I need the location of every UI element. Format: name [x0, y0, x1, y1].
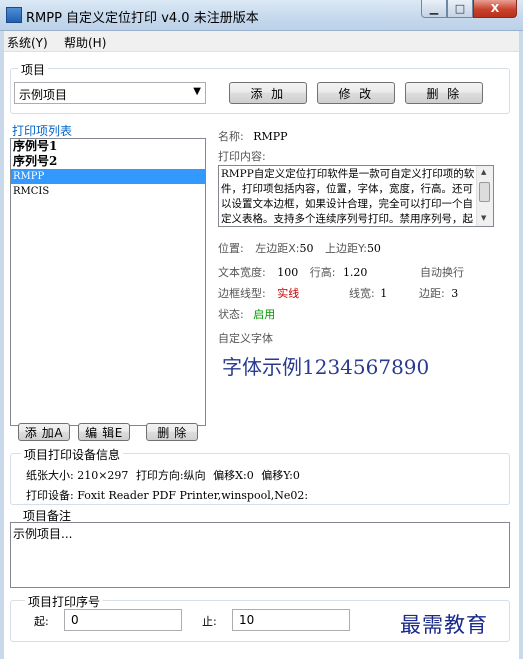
direction-label: 打印方向:: [135, 469, 184, 482]
paper-label: 纸张大小:: [26, 469, 74, 482]
item-edit-label: 编 辑E: [85, 425, 123, 440]
name-row: 名称: RMPP: [218, 128, 288, 144]
content-label: 打印内容:: [218, 150, 266, 163]
content-scrollbar[interactable]: ▲ ▼: [476, 166, 493, 226]
font-sample: 字体示例1234567890: [222, 355, 430, 379]
padding-row: 边距: 3: [419, 285, 458, 301]
window-title: RMPP 自定义定位打印 v4.0 未注册版本: [26, 11, 259, 26]
position-row: 位置: 左边距X:50 上边距Y:50: [218, 240, 381, 256]
watermark-text: 最需教育: [400, 613, 488, 637]
serial-start-value: 0: [71, 613, 79, 627]
item-delete-label: 删 除: [157, 425, 187, 440]
border-row: 边框线型: 实线: [218, 285, 299, 301]
offset-x-value: 0: [246, 469, 254, 482]
list-item[interactable]: RMCIS: [11, 184, 205, 199]
item-add-label: 添 加A: [24, 425, 64, 440]
name-label: 名称:: [218, 130, 244, 143]
status-value: 启用: [253, 308, 276, 321]
offset-y-value: 0: [292, 469, 300, 482]
content-text: RMPP自定义定位打印软件是一款可自定义打印项的软件，打印项包括内容，位置，字体…: [221, 168, 475, 225]
serial-end-value: 10: [239, 613, 255, 627]
menu-system[interactable]: 系统(Y): [7, 34, 48, 51]
line-width-row: 线宽: 1: [349, 285, 387, 301]
print-list-title: 打印项列表: [12, 124, 73, 138]
size-row: 文本宽度: 100 行高: 1.20: [218, 264, 367, 280]
top-margin-value: 50: [366, 242, 381, 255]
line-height-value: 1.20: [342, 266, 368, 279]
line-width-value: 1: [380, 287, 388, 300]
project-add-label: 添 加: [250, 86, 286, 101]
top-margin-label: 上边距Y:: [324, 242, 367, 255]
item-edit-button[interactable]: 编 辑E: [78, 423, 130, 441]
maximize-icon: □: [454, 2, 466, 15]
window-controls: ▁ □ X: [421, 0, 517, 20]
line-height-label: 行高:: [309, 266, 336, 279]
memo-text: 示例项目...: [13, 527, 73, 541]
project-group-title: 项目: [18, 61, 49, 78]
left-margin-label: 左边距X:: [255, 242, 300, 255]
printer-label: 打印设备:: [26, 489, 74, 502]
list-item-selected[interactable]: RMPP: [11, 169, 205, 184]
print-item-list[interactable]: 序例号1 序列号2 RMPP RMCIS: [10, 138, 206, 426]
item-add-button[interactable]: 添 加A: [18, 423, 70, 441]
border-type-label: 边框线型:: [218, 287, 266, 300]
client-area: 系统(Y) 帮助(H) 项目 示例项目 ▼ 添 加 修 改 删 除 打印项列表 …: [4, 31, 519, 659]
chevron-down-icon: ▼: [193, 86, 201, 97]
padding-value: 3: [451, 287, 459, 300]
minimize-icon: ▁: [429, 2, 439, 15]
status-label: 状态:: [218, 308, 244, 321]
printer-info-line: 打印设备: Foxit Reader PDF Printer,winspool,…: [26, 487, 308, 503]
paper-info-line: 纸张大小: 210×297 打印方向:纵向 偏移X:0 偏移Y:0: [26, 467, 300, 483]
menu-bar: 系统(Y) 帮助(H): [4, 31, 519, 52]
text-width-value: 100: [277, 266, 299, 279]
serial-start-label: 起:: [34, 615, 49, 628]
menu-help[interactable]: 帮助(H): [64, 34, 106, 51]
direction-value: 纵向: [183, 469, 206, 482]
scroll-down-icon[interactable]: ▼: [481, 214, 486, 222]
border-type-value: 实线: [277, 287, 300, 300]
position-label: 位置:: [218, 242, 244, 255]
project-delete-button[interactable]: 删 除: [405, 82, 483, 104]
serial-start-input[interactable]: 0: [64, 609, 182, 631]
printer-value: Foxit Reader PDF Printer,winspool,Ne02:: [77, 489, 309, 502]
auto-wrap-label: 自动换行: [420, 266, 464, 279]
close-icon: X: [490, 2, 500, 15]
project-edit-button[interactable]: 修 改: [317, 82, 395, 104]
project-select[interactable]: 示例项目 ▼: [14, 82, 206, 104]
name-value: RMPP: [253, 130, 288, 143]
offset-x-label: 偏移X:: [213, 469, 247, 482]
project-add-button[interactable]: 添 加: [229, 82, 307, 104]
project-select-value: 示例项目: [19, 88, 68, 102]
text-width-label: 文本宽度:: [218, 266, 266, 279]
offset-y-label: 偏移Y:: [261, 469, 293, 482]
serial-end-label: 止:: [202, 615, 217, 628]
minimize-button[interactable]: ▁: [421, 0, 447, 18]
item-delete-button[interactable]: 删 除: [146, 423, 198, 441]
memo-textarea[interactable]: 示例项目...: [10, 522, 510, 588]
scroll-thumb[interactable]: [479, 182, 490, 202]
line-width-label: 线宽:: [349, 287, 375, 300]
list-item[interactable]: 序列号2: [11, 154, 205, 169]
custom-font-label: 自定义字体: [218, 332, 273, 345]
device-group-title: 项目打印设备信息: [21, 446, 124, 463]
list-item[interactable]: 序例号1: [11, 139, 205, 154]
scroll-up-icon[interactable]: ▲: [481, 168, 486, 176]
project-edit-label: 修 改: [338, 86, 374, 101]
app-icon: [6, 7, 22, 23]
close-button[interactable]: X: [473, 0, 517, 18]
serial-end-input[interactable]: 10: [232, 609, 350, 631]
paper-value: 210×297: [77, 469, 129, 482]
serial-group-title: 项目打印序号: [25, 593, 104, 610]
title-bar[interactable]: RMPP 自定义定位打印 v4.0 未注册版本 ▁ □ X: [0, 0, 523, 31]
maximize-button[interactable]: □: [447, 0, 473, 18]
padding-label: 边距:: [419, 287, 445, 300]
content-textarea[interactable]: RMPP自定义定位打印软件是一款可自定义打印项的软件，打印项包括内容，位置，字体…: [218, 165, 494, 227]
status-row: 状态: 启用: [218, 306, 275, 322]
project-delete-label: 删 除: [426, 86, 462, 101]
left-margin-value: 50: [299, 242, 314, 255]
